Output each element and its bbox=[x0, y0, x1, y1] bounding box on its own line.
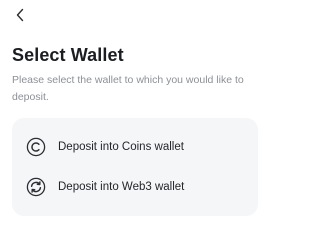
deposit-web3-wallet-option[interactable]: Deposit into Web3 wallet bbox=[12, 169, 258, 205]
deposit-web3-wallet-label: Deposit into Web3 wallet bbox=[58, 181, 185, 193]
page-title: Select Wallet bbox=[12, 45, 124, 65]
back-button[interactable] bbox=[12, 7, 28, 27]
coins-copyright-icon bbox=[25, 136, 47, 158]
web3-sync-icon bbox=[25, 176, 47, 198]
page-subtitle: Please select the wallet to which you wo… bbox=[12, 74, 244, 103]
chevron-left-icon bbox=[15, 8, 25, 27]
wallet-options-card: Deposit into Coins wallet Deposit into W… bbox=[12, 118, 258, 216]
deposit-coins-wallet-label: Deposit into Coins wallet bbox=[58, 141, 184, 153]
deposit-coins-wallet-option[interactable]: Deposit into Coins wallet bbox=[12, 129, 258, 165]
